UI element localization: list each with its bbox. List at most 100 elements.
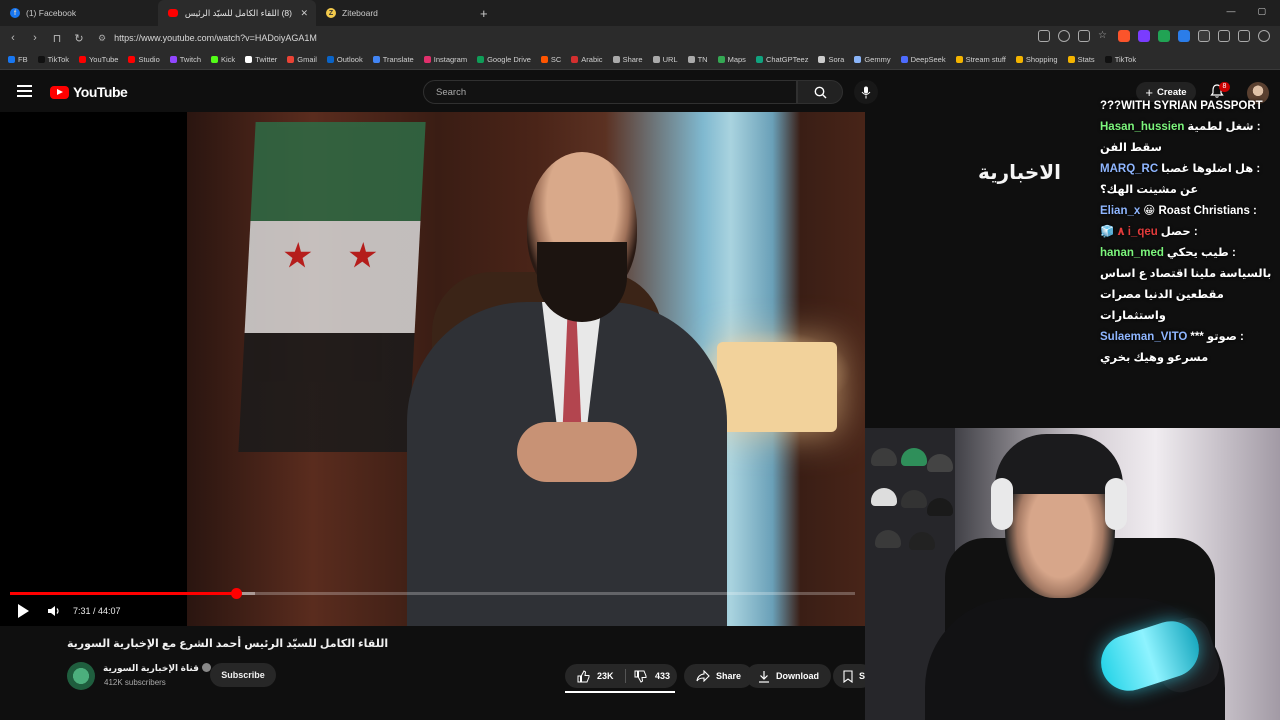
extension-green-icon[interactable] <box>1158 30 1170 42</box>
bookmark-favicon-icon <box>8 56 15 63</box>
url-field[interactable]: ⚙ https://www.youtube.com/watch?v=HADoiy… <box>98 28 1018 48</box>
progress-scrubber[interactable] <box>230 588 242 599</box>
stream-chat-overlay: WITH SYRIAN PASSPORT??? Hasan_hussien: شغ… <box>1096 96 1280 428</box>
bookmark-item[interactable]: SC <box>540 55 561 64</box>
bookmark-item[interactable]: Twitter <box>245 55 277 64</box>
bookmark-item[interactable]: Translate <box>372 55 414 64</box>
bookmark-item[interactable]: YouTube <box>78 55 118 64</box>
bookmark-label: Shopping <box>1025 55 1058 64</box>
ziteboard-icon: Z <box>326 8 336 18</box>
video-player[interactable] <box>0 112 865 626</box>
video-frame <box>187 112 865 626</box>
dislike-button[interactable]: 433 <box>626 670 670 683</box>
bookmark-item[interactable]: Sora <box>818 55 844 64</box>
sidebar-icon[interactable] <box>1238 30 1250 42</box>
maximize-icon[interactable]: ▢ <box>1257 6 1266 17</box>
bookmark-item[interactable]: Stream stuff <box>955 55 1006 64</box>
subscribe-button[interactable]: Subscribe <box>210 663 276 687</box>
bookmark-label: Twitter <box>255 55 278 64</box>
extension-dark-icon[interactable] <box>1198 30 1210 42</box>
bookmark-item[interactable]: Shopping <box>1015 55 1058 64</box>
chat-message: Elian_x: Roast Christians 😀 <box>1100 201 1280 222</box>
thumbs-down-icon <box>634 670 647 683</box>
bookmark-label: Instagram <box>433 55 468 64</box>
bookmark-item[interactable]: TN <box>687 55 708 64</box>
bookmark-label: Stats <box>1077 55 1095 64</box>
channel-name[interactable]: قناة الإخبارية السورية <box>103 663 211 674</box>
notification-badge: 8 <box>1219 82 1230 92</box>
bookmark-favicon-icon <box>477 56 485 63</box>
like-count: 23K <box>597 671 614 681</box>
bookmark-item[interactable]: Gemmy <box>854 55 891 64</box>
voice-search-button[interactable] <box>854 80 878 104</box>
bookmark-item[interactable]: FB <box>8 55 28 64</box>
bookmark-label: Twitch <box>179 55 202 64</box>
bookmark-label: Share <box>622 55 643 64</box>
reload-icon[interactable]: ↻ <box>70 32 88 45</box>
bookmark-item[interactable]: Gmail <box>287 55 317 64</box>
bookmark-item[interactable]: Arabic <box>571 55 603 64</box>
share-icon[interactable] <box>1078 30 1090 42</box>
tab-label: Ziteboard <box>342 8 378 18</box>
bookmark-item[interactable]: DeepSeek <box>900 55 946 64</box>
bookmark-item[interactable]: URL <box>652 55 678 64</box>
minimize-icon[interactable]: — <box>1226 6 1235 17</box>
extension-blue-icon[interactable] <box>1178 30 1190 42</box>
bookmark-item[interactable]: Kick <box>211 55 235 64</box>
bookmark-favicon-icon <box>287 56 295 63</box>
menu-icon[interactable] <box>17 85 32 100</box>
profile-icon[interactable] <box>1258 30 1270 42</box>
bookmark-item[interactable]: Google Drive <box>477 55 531 64</box>
youtube-logo[interactable]: YouTube <box>50 84 128 100</box>
bookmark-icon <box>843 669 853 683</box>
bookmark-item[interactable]: Stats <box>1067 55 1095 64</box>
bookmark-favicon-icon <box>423 56 431 63</box>
like-button[interactable]: 23K <box>565 669 625 683</box>
site-info-icon[interactable]: ⚙ <box>98 33 106 44</box>
bookmark-page-icon[interactable]: ⊓ <box>48 32 66 45</box>
back-icon[interactable]: ‹ <box>4 32 22 44</box>
search-button[interactable] <box>797 80 843 104</box>
star-icon[interactable]: ☆ <box>1098 30 1110 42</box>
share-button[interactable]: Share <box>684 664 754 688</box>
download-button[interactable]: Download <box>746 664 831 688</box>
bookmark-item[interactable]: Outlook <box>326 55 363 64</box>
bookmark-label: TN <box>697 55 708 64</box>
bookmark-label: Outlook <box>336 55 363 64</box>
play-icon[interactable] <box>18 604 29 618</box>
bookmark-favicon-icon <box>1067 56 1075 63</box>
cast-icon[interactable] <box>1038 30 1050 42</box>
search-input[interactable]: Search <box>423 80 797 104</box>
microphone-icon <box>861 86 871 98</box>
bookmark-item[interactable]: ChatGPTeez <box>755 55 808 64</box>
channel-watermark: الاخبارية <box>978 160 1061 184</box>
zoom-icon[interactable] <box>1058 30 1070 42</box>
bookmark-item[interactable]: Share <box>612 55 643 64</box>
rewards-icon[interactable] <box>1138 30 1150 42</box>
bookmark-label: FB <box>18 55 28 64</box>
tab-youtube-video[interactable]: (8) اللقاء الكامل للسيّد الرئيس أحمد ✕ <box>158 0 316 26</box>
bookmark-favicon-icon <box>372 56 380 63</box>
bookmark-item[interactable]: Studio <box>128 55 160 64</box>
brave-shield-icon[interactable] <box>1118 30 1130 42</box>
puzzle-icon[interactable] <box>1218 30 1230 42</box>
tab-facebook[interactable]: f (1) Facebook <box>0 0 158 26</box>
video-progress-bar[interactable] <box>10 588 855 599</box>
bookmark-item[interactable]: TikTok <box>37 55 69 64</box>
download-icon <box>759 670 769 683</box>
close-tab-icon[interactable]: ✕ <box>300 8 308 19</box>
bookmark-favicon-icon <box>326 56 334 63</box>
new-tab-button[interactable]: + <box>480 6 488 21</box>
like-ratio-bar <box>565 691 675 693</box>
forward-icon[interactable]: › <box>26 32 44 44</box>
bookmark-item[interactable]: Maps <box>717 55 746 64</box>
volume-icon[interactable] <box>47 605 61 617</box>
bookmark-item[interactable]: Twitch <box>169 55 202 64</box>
chat-message: 🧊 ٨ i_qeu: حصل <box>1100 222 1280 243</box>
channel-avatar[interactable] <box>67 662 95 690</box>
bookmark-item[interactable]: Instagram <box>423 55 468 64</box>
tab-ziteboard[interactable]: Z Ziteboard <box>316 0 474 26</box>
logo-wordmark: YouTube <box>73 84 128 100</box>
bookmark-item[interactable]: TikTok <box>1104 55 1136 64</box>
chat-text: : Roast Christians 😀 <box>1143 205 1257 217</box>
